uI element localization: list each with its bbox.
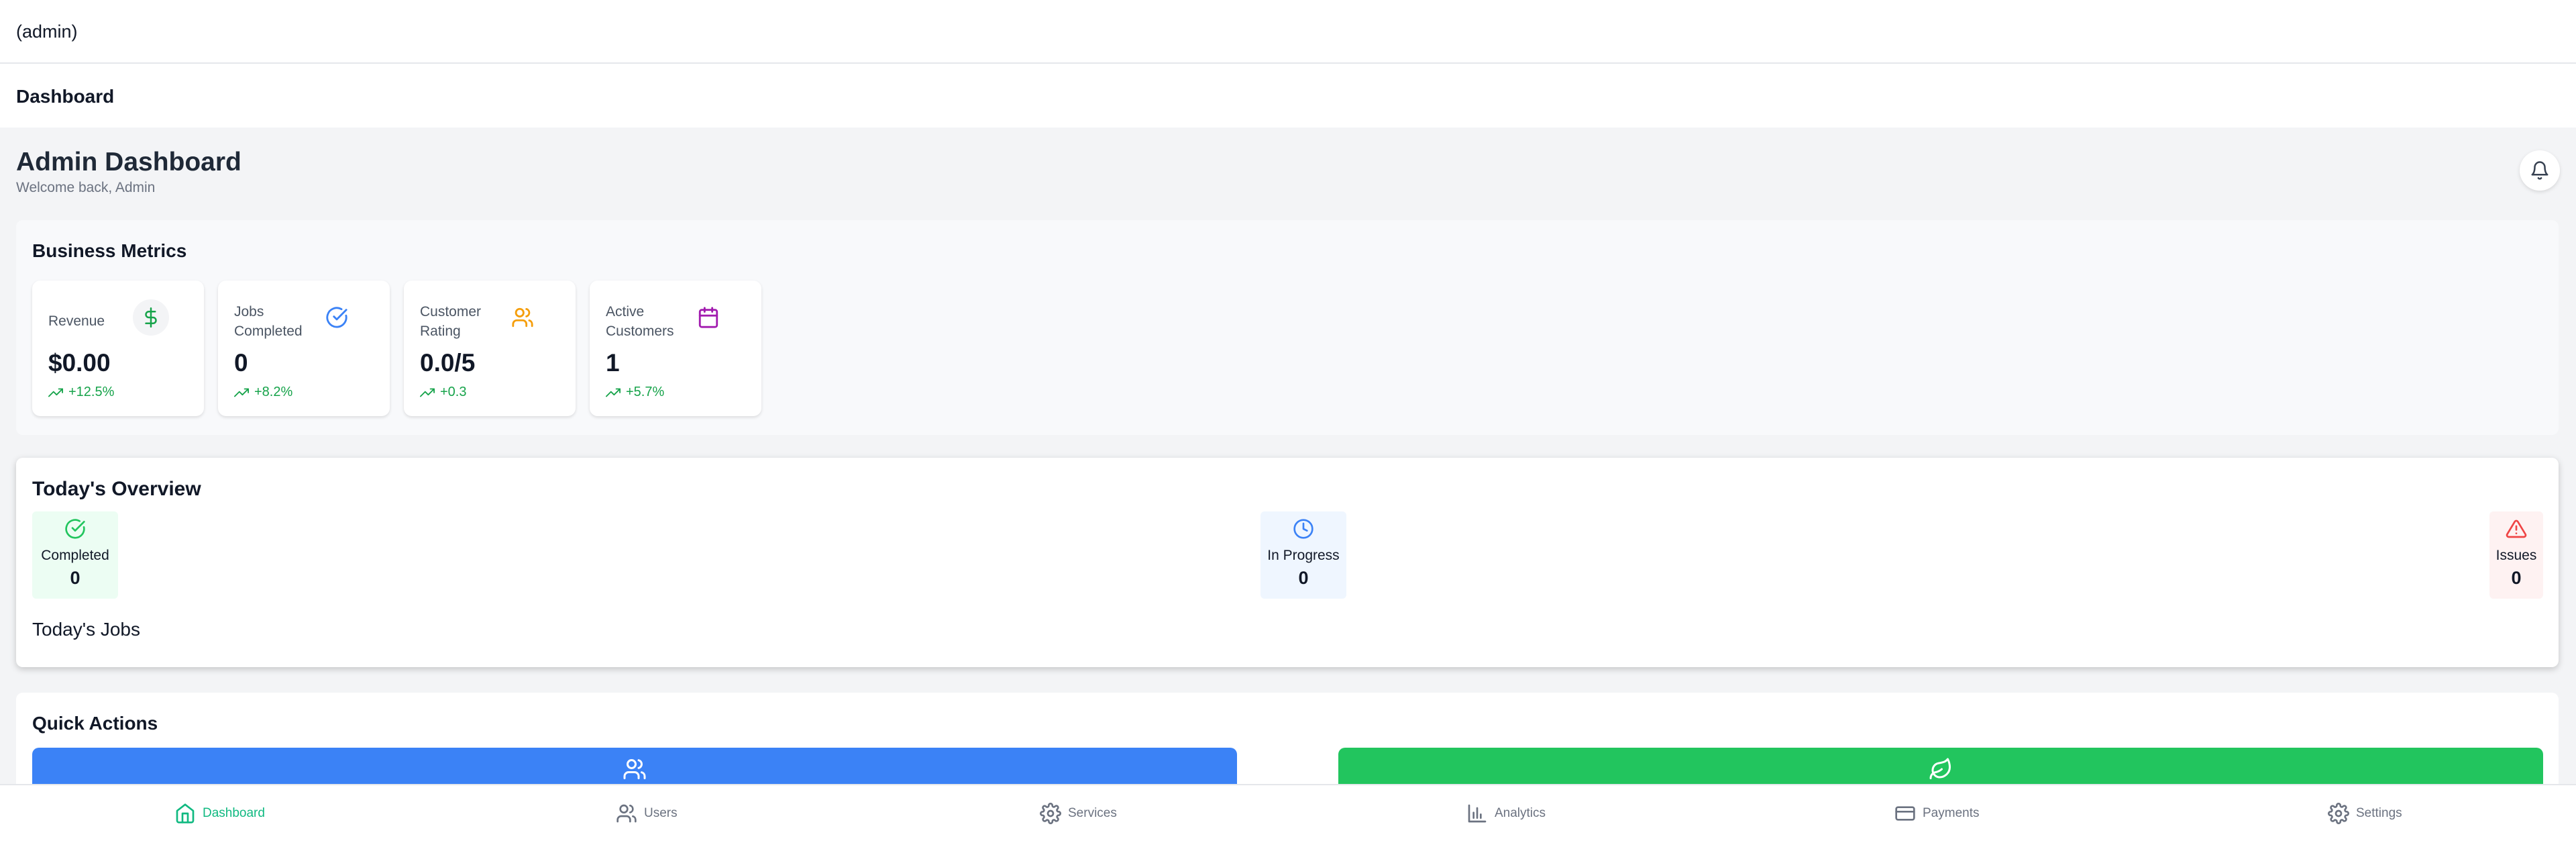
top-bar: (admin) [0,0,2576,64]
overview-label: In Progress [1267,548,1340,563]
metric-trend: +12.5% [48,385,114,400]
metric-trend-value: +12.5% [68,385,115,399]
metric-trend: +0.3 [420,385,466,400]
metric-card-jobs-completed[interactable]: Jobs Completed 0 +8.2% [218,281,390,416]
business-metrics-title: Business Metrics [32,240,187,261]
overview-completed[interactable]: Completed 0 [32,511,118,599]
metric-card-revenue[interactable]: Revenue $0.00 +12.5% [32,281,204,416]
credit-card-icon [1895,806,1915,821]
metric-trend: +8.2% [234,385,292,400]
clock-icon [1293,519,1313,539]
trending-up-icon [48,388,63,397]
nav-item-label: Users [644,806,678,820]
users-icon [504,299,541,336]
dollar-icon [133,299,169,336]
overview-count: 0 [1298,568,1309,588]
todays-overview-section: Today's Overview Completed 0 In Progress… [16,458,2559,667]
alert-triangle-icon [2506,519,2527,538]
overview-label: Completed [41,548,109,563]
todays-overview-title: Today's Overview [32,478,201,500]
nav-item-analytics[interactable]: Analytics [1466,803,1546,824]
nav-item-payments[interactable]: Payments [1894,803,1979,824]
leaf-icon [1929,758,1951,779]
notifications-button[interactable] [2520,150,2560,191]
nav-item-label: Settings [2356,806,2402,820]
quick-actions-title: Quick Actions [32,713,158,734]
overview-in-progress[interactable]: In Progress 0 [1260,511,1346,599]
metric-value: $0.00 [48,349,111,377]
nav-item-settings[interactable]: Settings [2328,803,2402,824]
user-role: (admin) [16,21,78,42]
bell-icon [2531,161,2548,180]
page-header-title: Dashboard [16,86,115,107]
metric-value: 0 [234,349,248,377]
trending-up-icon [234,388,249,397]
gear-icon [2328,803,2349,824]
business-metrics-section: Business Metrics Revenue $0.00 +12.5% Jo… [16,220,2559,435]
gear-icon [1040,803,1061,824]
overview-count: 0 [70,568,80,588]
nav-item-label: Payments [1923,806,1980,820]
metric-label: Jobs Completed [234,304,303,339]
metric-trend-value: +5.7% [626,385,665,399]
trending-up-icon [606,388,621,397]
metric-trend-value: +0.3 [440,385,467,399]
nav-item-services[interactable]: Services [1040,803,1117,824]
nav-item-dashboard[interactable]: Dashboard [174,803,265,824]
metric-card-active-customers[interactable]: Active Customers 1 +5.7% [590,281,761,416]
home-icon [176,803,195,824]
nav-item-label: Analytics [1495,806,1546,820]
check-circle-icon [319,299,355,336]
bottom-navigation: Dashboard Users Services Analytics Payme… [0,784,2576,843]
metric-label: Customer Rating [420,304,482,339]
users-icon [616,804,637,823]
nav-item-label: Services [1068,806,1117,820]
users-icon [623,759,646,779]
metric-card-customer-rating[interactable]: Customer Rating 0.0/5 +0.3 [404,281,576,416]
page-title: Admin Dashboard [16,148,241,177]
check-circle-icon [65,519,85,539]
metric-label: Active Customers [606,304,674,339]
metric-label: Revenue [48,313,105,329]
page-subtitle: Welcome back, Admin [16,180,156,195]
overview-count: 0 [2511,568,2522,588]
metric-value: 1 [606,349,620,377]
page-header: Dashboard [0,64,2576,128]
overview-issues[interactable]: Issues 0 [2489,511,2543,599]
nav-item-users[interactable]: Users [616,803,678,824]
metric-trend-value: +8.2% [254,385,293,399]
metric-trend: +5.7% [606,385,664,400]
todays-jobs-title: Today's Jobs [32,619,140,640]
overview-label: Issues [2496,548,2537,563]
calendar-icon [690,299,727,336]
metric-value: 0.0/5 [420,349,476,377]
bar-chart-icon [1468,804,1487,823]
trending-up-icon [420,388,435,397]
nav-item-label: Dashboard [203,806,265,820]
